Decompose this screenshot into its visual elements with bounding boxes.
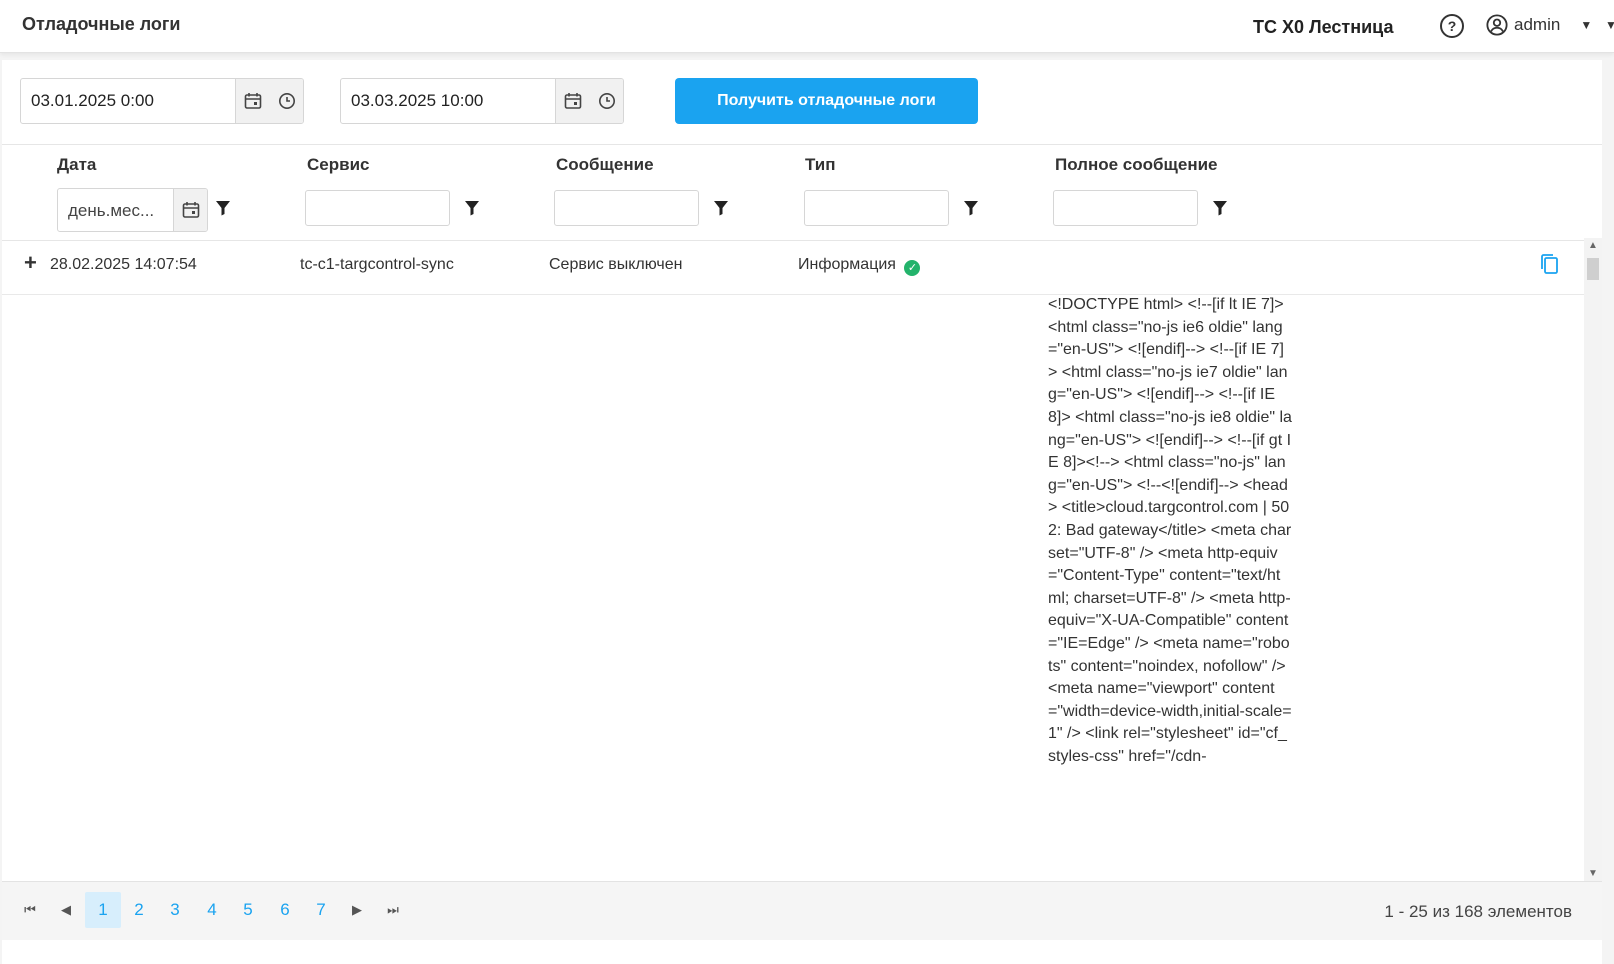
row-type: Информация ✓ xyxy=(798,256,921,276)
page-title: Отладочные логи xyxy=(22,14,181,34)
scroll-down-icon[interactable]: ▼ xyxy=(1588,868,1598,879)
tenant-name[interactable]: ТС Х0 Лестница xyxy=(1253,17,1393,38)
filter-icon[interactable] xyxy=(464,200,480,216)
page-button-1[interactable]: 1 xyxy=(85,892,121,928)
type-filter-input[interactable] xyxy=(804,190,949,226)
date-filter-placeholder: день.мес... xyxy=(68,201,155,220)
from-datetime-picker[interactable] xyxy=(20,78,304,124)
filter-icon[interactable] xyxy=(713,200,729,216)
user-menu[interactable]: admin ▼ xyxy=(1486,14,1592,36)
chevron-down-icon: ▼ xyxy=(1580,18,1593,32)
success-check-icon: ✓ xyxy=(904,260,921,276)
calendar-icon[interactable] xyxy=(556,79,590,123)
vertical-scrollbar[interactable]: ▲ ▼ xyxy=(1584,238,1602,881)
row-date: 28.02.2025 14:07:54 xyxy=(50,256,197,273)
service-filter-input[interactable] xyxy=(305,190,450,226)
scrollbar-thumb[interactable] xyxy=(1587,258,1599,280)
date-filter-input[interactable]: день.мес... xyxy=(57,188,208,232)
pager: ⏮ ◀ 1 2 3 4 5 6 7 ▶ ⏭ 1 - 25 из 168 элем… xyxy=(2,881,1602,940)
app-header: Отладочные логи ТС Х0 Лестница ? admin ▼… xyxy=(0,0,1614,53)
filter-icon[interactable] xyxy=(1212,200,1228,216)
column-header-message[interactable]: Сообщение xyxy=(556,155,654,175)
page-button-6[interactable]: 6 xyxy=(267,892,303,928)
first-page-icon[interactable]: ⏮ xyxy=(16,892,44,928)
calendar-icon[interactable] xyxy=(173,189,207,231)
user-name: admin xyxy=(1514,15,1561,34)
last-page-icon[interactable]: ⏭ xyxy=(379,892,407,928)
user-avatar-icon xyxy=(1486,14,1508,36)
row-message: Сервис выключен xyxy=(549,256,683,273)
row-type-label: Информация xyxy=(798,256,896,273)
chevron-down-icon[interactable]: ▼ xyxy=(1605,18,1614,32)
prev-page-icon[interactable]: ◀ xyxy=(52,892,80,928)
pager-info: 1 - 25 из 168 элементов xyxy=(1384,902,1572,921)
main-panel: Получить отладочные логи Дата Сервис Соо… xyxy=(2,60,1602,964)
column-header-type[interactable]: Тип xyxy=(805,155,835,175)
page-button-4[interactable]: 4 xyxy=(194,892,230,928)
from-datetime-input[interactable] xyxy=(21,79,235,123)
page-button-5[interactable]: 5 xyxy=(230,892,266,928)
clock-icon[interactable] xyxy=(590,79,623,123)
column-header-date[interactable]: Дата xyxy=(57,155,96,175)
calendar-icon[interactable] xyxy=(236,79,270,123)
expand-row-button[interactable]: + xyxy=(24,250,37,276)
full-message-filter-input[interactable] xyxy=(1053,190,1198,226)
to-datetime-picker[interactable] xyxy=(340,78,624,124)
filter-row: день.мес... xyxy=(2,186,1602,241)
copy-icon[interactable] xyxy=(1539,253,1561,275)
next-page-icon[interactable]: ▶ xyxy=(343,892,371,928)
column-header-full-message[interactable]: Полное сообщение xyxy=(1055,155,1218,175)
clock-icon[interactable] xyxy=(270,79,303,123)
to-datetime-input[interactable] xyxy=(341,79,555,123)
date-range-toolbar: Получить отладочные логи xyxy=(2,60,1602,145)
row-service: tc-c1-targcontrol-sync xyxy=(300,256,454,273)
help-icon[interactable]: ? xyxy=(1440,14,1464,38)
table-row[interactable]: + 28.02.2025 14:07:54 tc-c1-targcontrol-… xyxy=(2,236,1584,295)
scroll-up-icon[interactable]: ▲ xyxy=(1588,240,1598,251)
page-button-2[interactable]: 2 xyxy=(121,892,157,928)
fetch-debug-logs-button[interactable]: Получить отладочные логи xyxy=(675,78,978,124)
filter-icon[interactable] xyxy=(963,200,979,216)
column-header-service[interactable]: Сервис xyxy=(307,155,369,175)
page-button-7[interactable]: 7 xyxy=(303,892,339,928)
page-button-3[interactable]: 3 xyxy=(157,892,193,928)
filter-icon[interactable] xyxy=(215,200,231,216)
message-filter-input[interactable] xyxy=(554,190,699,226)
row-full-message: <!DOCTYPE html> <!--[if lt IE 7]> <html … xyxy=(1048,296,1292,765)
